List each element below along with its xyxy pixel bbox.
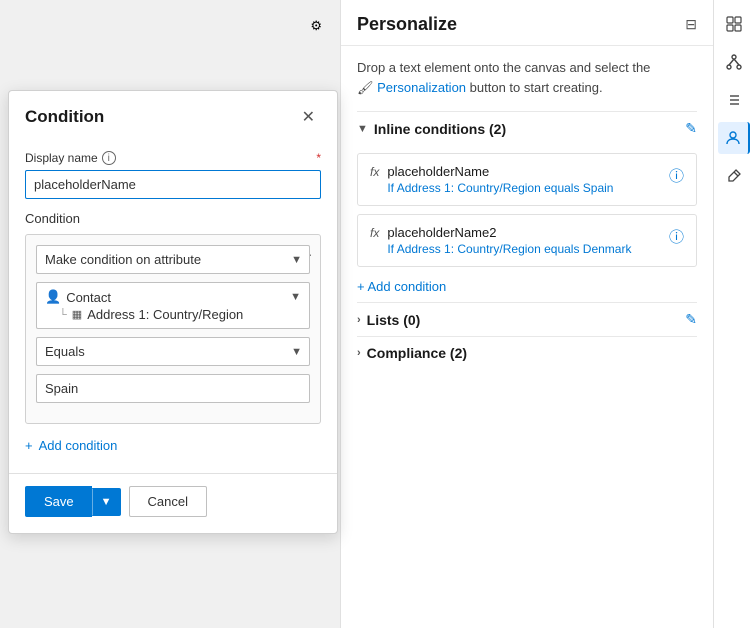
add-condition-button[interactable]: + Add condition — [25, 438, 321, 453]
condition-item-2-content: placeholderName2 If Address 1: Country/R… — [387, 225, 631, 256]
condition-1-link[interactable]: Address 1: Country/Region equals Spain — [397, 181, 614, 195]
condition-2-sub: If Address 1: Country/Region equals Denm… — [387, 242, 631, 256]
compliance-label: Compliance (2) — [367, 345, 467, 361]
condition-type-select[interactable]: Make condition on attribute — [36, 245, 310, 274]
add-condition-label: Add condition — [39, 438, 118, 453]
lists-section-header[interactable]: › Lists (0) ✎ — [357, 302, 697, 336]
right-panel: Personalize ⊟ Drop a text element onto t… — [340, 0, 713, 628]
contact-tree-chevron[interactable]: ▼ — [290, 291, 301, 303]
contact-label: Contact — [66, 290, 111, 305]
value-input-row — [36, 374, 310, 403]
condition-1-info-icon[interactable]: ⓘ — [669, 165, 684, 186]
gear-icon[interactable]: ⚙ — [310, 18, 322, 34]
add-condition-plus-icon: + — [25, 438, 33, 453]
modal-header: Condition ✕ — [9, 91, 337, 139]
description-end: button to start creating. — [470, 80, 603, 95]
sidebar-list-icon[interactable] — [718, 84, 750, 116]
right-panel-icon[interactable]: ⊟ — [685, 16, 697, 33]
condition-2-name: placeholderName2 — [387, 225, 631, 240]
save-button[interactable]: Save — [25, 486, 92, 517]
value-input[interactable] — [36, 374, 310, 403]
condition-item-1-left: fx placeholderName If Address 1: Country… — [370, 164, 613, 195]
modal-body: Display name i * Condition ... Make cond… — [9, 139, 337, 469]
condition-1-name: placeholderName — [387, 164, 613, 179]
display-name-label: Display name i * — [25, 151, 321, 165]
fx-badge-1: fx — [370, 165, 379, 179]
address-row: └ ▦ Address 1: Country/Region — [45, 307, 243, 322]
lists-chevron: › — [357, 314, 361, 326]
condition-2-info-icon[interactable]: ⓘ — [669, 226, 684, 247]
modal-title: Condition — [25, 107, 104, 127]
lists-label: Lists (0) — [367, 312, 421, 328]
condition-1-sub: If Address 1: Country/Region equals Spai… — [387, 181, 613, 195]
right-panel-title: Personalize — [357, 14, 457, 35]
condition-item-2[interactable]: fx placeholderName2 If Address 1: Countr… — [357, 214, 697, 267]
personalization-link[interactable]: Personalization — [377, 80, 466, 95]
tree-line-icon: └ — [59, 309, 67, 321]
inline-conditions-label: Inline conditions (2) — [374, 121, 506, 137]
inline-conditions-header-left: ▼ Inline conditions (2) — [357, 121, 506, 137]
compliance-chevron: › — [357, 347, 361, 359]
sidebar-person-active-icon[interactable] — [718, 122, 750, 154]
tree-inner: 👤 Contact └ ▦ Address 1: Country/Region — [45, 289, 243, 322]
operator-select[interactable]: Equals — [36, 337, 310, 366]
condition-type-select-row: Make condition on attribute ▼ — [36, 245, 310, 274]
contact-attribute-tree[interactable]: 👤 Contact └ ▦ Address 1: Country/Region … — [36, 282, 310, 329]
contact-person-icon: 👤 — [45, 289, 61, 305]
sidebar-paint-icon[interactable] — [718, 160, 750, 192]
display-name-info-icon: i — [102, 151, 116, 165]
right-sidebar — [713, 0, 753, 628]
lists-header-left: › Lists (0) — [357, 312, 420, 328]
right-add-condition-label: + Add condition — [357, 279, 446, 294]
required-indicator: * — [316, 151, 321, 165]
contact-row: 👤 Contact — [45, 289, 243, 305]
compliance-header-left: › Compliance (2) — [357, 345, 467, 361]
sidebar-add-icon[interactable] — [718, 8, 750, 40]
left-background: ⚙ Condition ✕ Display name i * Condition… — [0, 0, 340, 628]
condition-item-1[interactable]: fx placeholderName If Address 1: Country… — [357, 153, 697, 206]
address-field-icon: ▦ — [72, 308, 82, 321]
inline-conditions-section-header[interactable]: ▼ Inline conditions (2) ✎ — [357, 111, 697, 145]
close-button[interactable]: ✕ — [296, 105, 321, 129]
condition-modal: Condition ✕ Display name i * Condition .… — [8, 90, 338, 534]
condition-item-1-content: placeholderName If Address 1: Country/Re… — [387, 164, 613, 195]
inline-conditions-edit-icon[interactable]: ✎ — [685, 120, 697, 137]
display-name-input[interactable] — [25, 170, 321, 199]
personalization-icon: 🖌 — [357, 80, 374, 95]
compliance-section-header[interactable]: › Compliance (2) — [357, 336, 697, 369]
condition-box: ... Make condition on attribute ▼ 👤 Cont… — [25, 234, 321, 424]
cancel-button[interactable]: Cancel — [129, 486, 207, 517]
right-add-condition-button[interactable]: + Add condition — [357, 275, 697, 302]
right-panel-description: Drop a text element onto the canvas and … — [357, 58, 697, 97]
condition-item-2-left: fx placeholderName2 If Address 1: Countr… — [370, 225, 631, 256]
lists-edit-icon[interactable]: ✎ — [685, 311, 697, 328]
save-dropdown-button[interactable]: ▼ — [92, 488, 121, 516]
modal-footer: Save ▼ Cancel — [9, 473, 337, 533]
fx-badge-2: fx — [370, 226, 379, 240]
condition-section-label: Condition — [25, 211, 321, 226]
right-header: Personalize ⊟ — [341, 0, 713, 46]
operator-select-row: Equals ▼ — [36, 337, 310, 366]
inline-conditions-chevron: ▼ — [357, 123, 368, 135]
condition-2-link[interactable]: Address 1: Country/Region equals Denmark — [397, 242, 632, 256]
address-label: Address 1: Country/Region — [87, 307, 243, 322]
right-panel-body: Drop a text element onto the canvas and … — [341, 46, 713, 628]
sidebar-branch-icon[interactable] — [718, 46, 750, 78]
